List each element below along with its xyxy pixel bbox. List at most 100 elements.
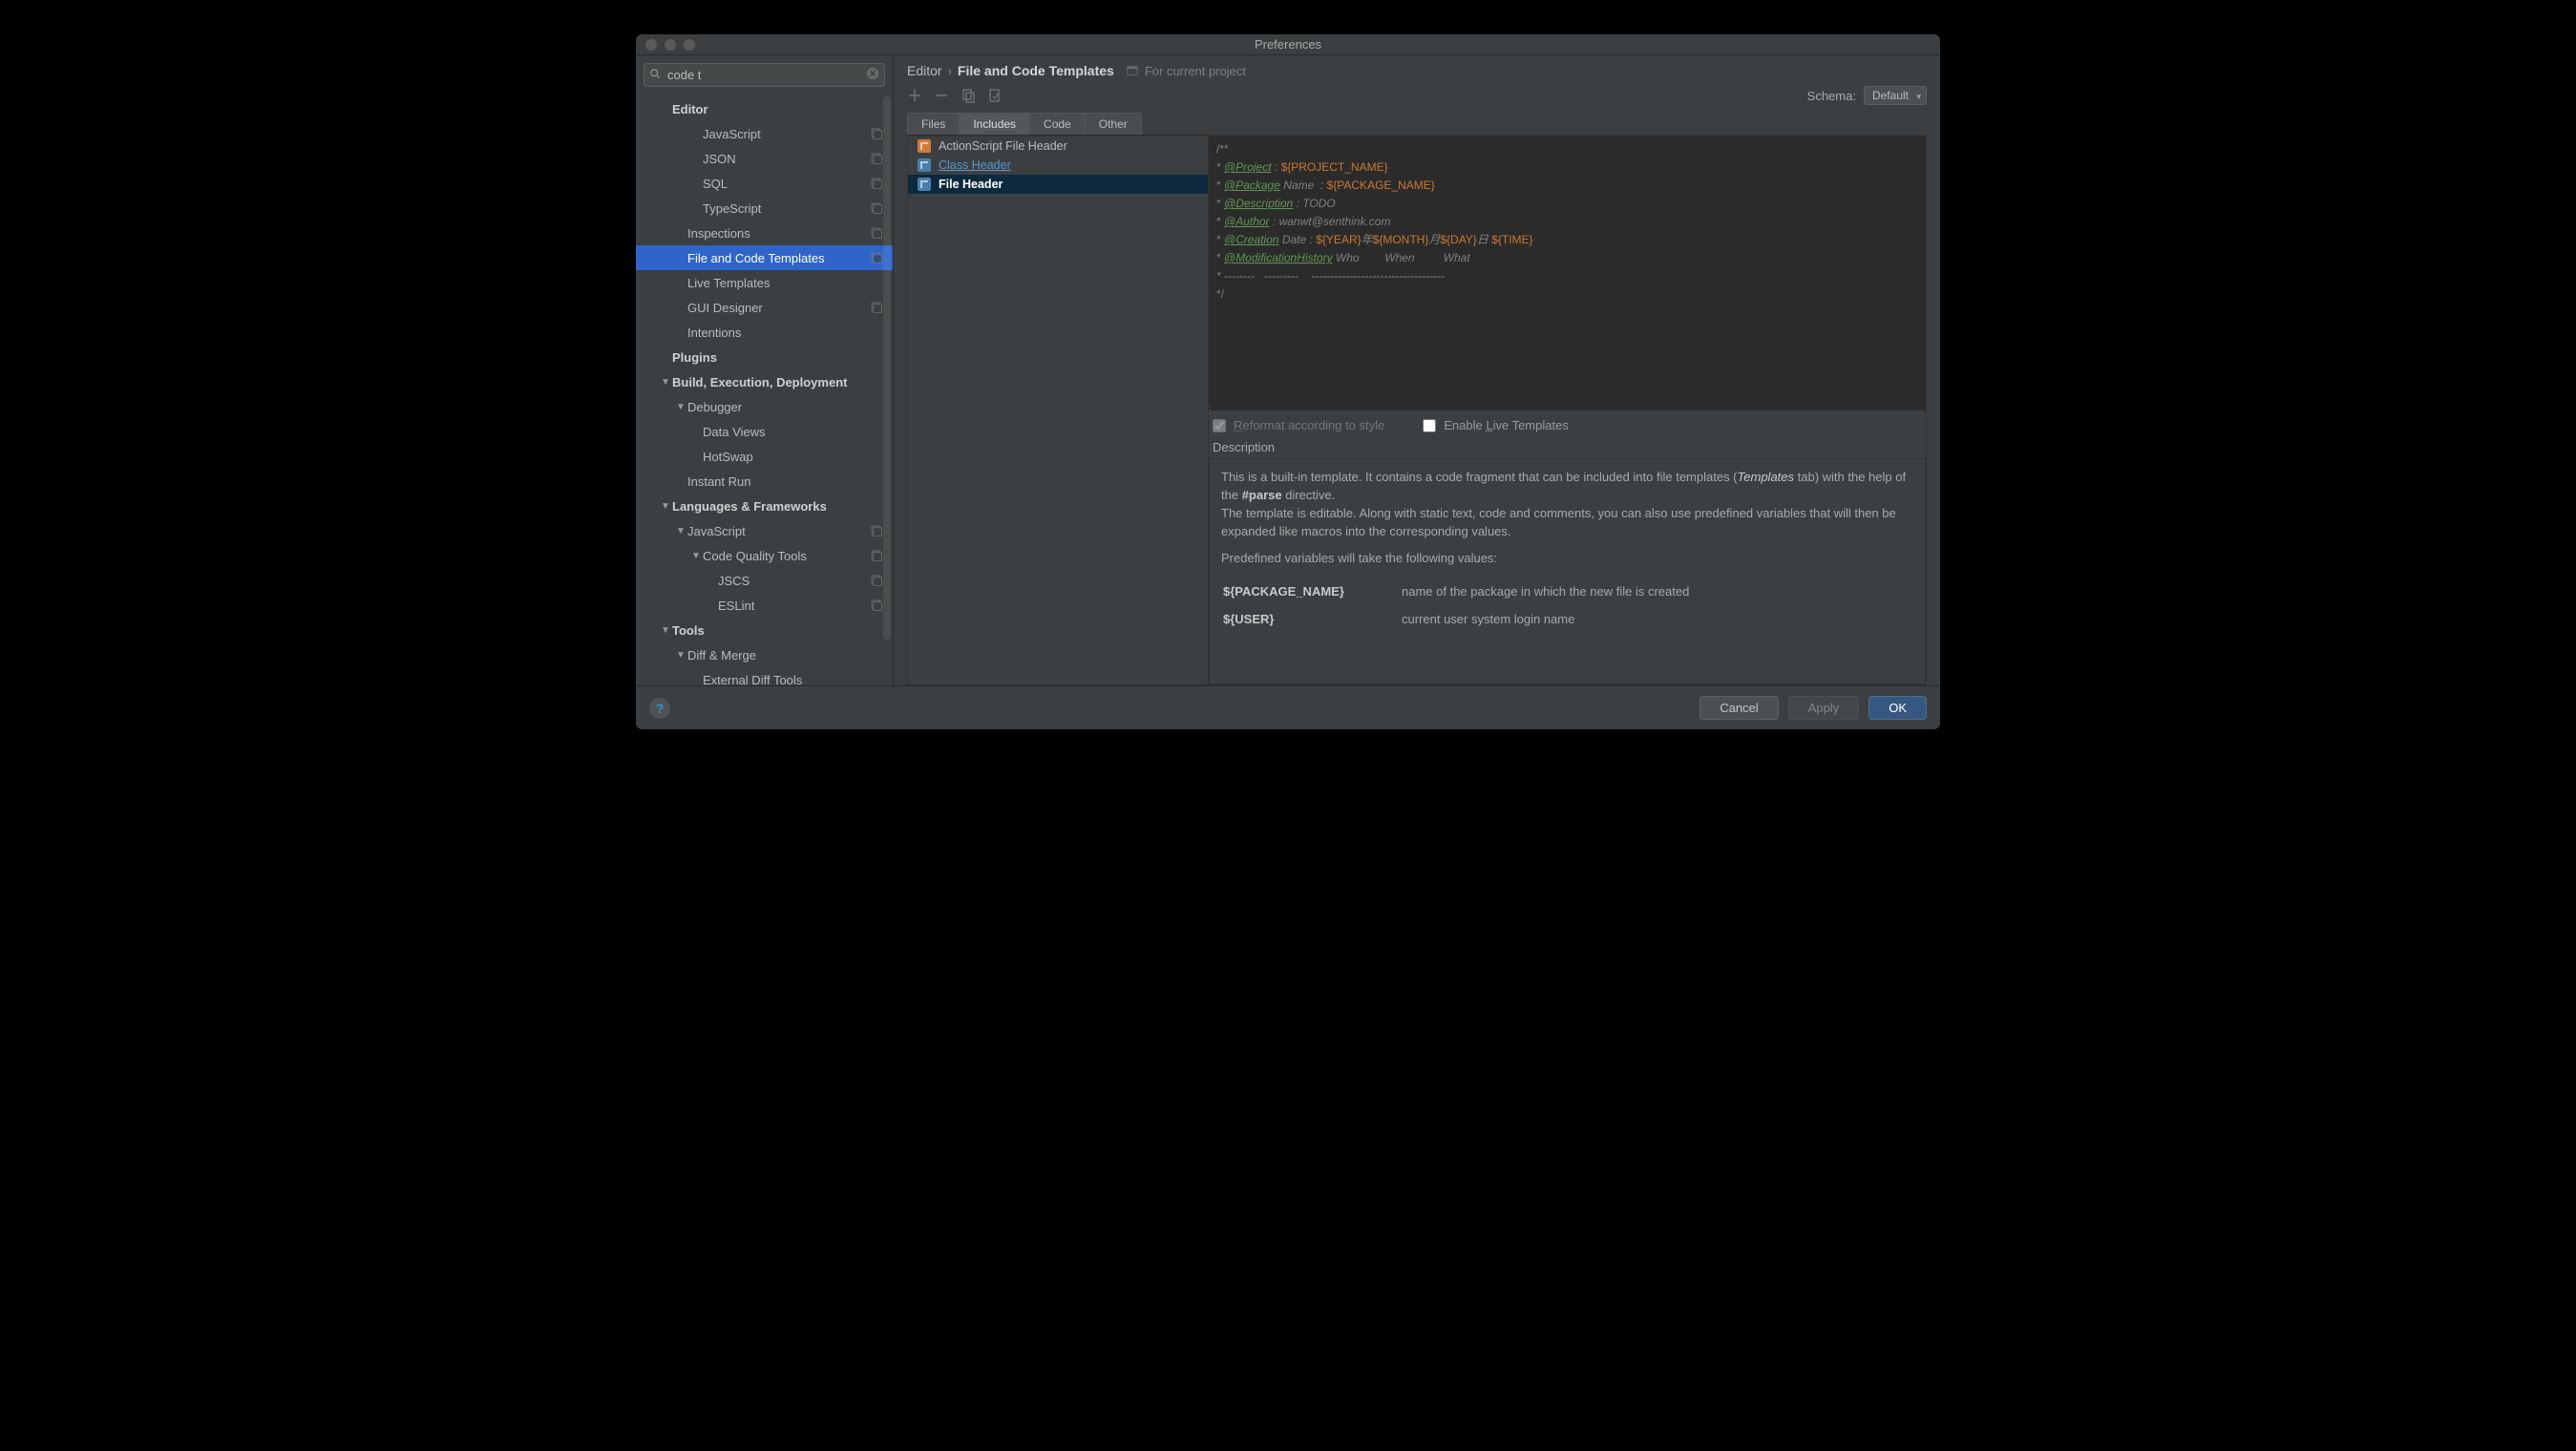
tree-arrow-icon: ▼ bbox=[674, 650, 687, 661]
tree-item-label: JSON bbox=[703, 152, 870, 166]
tree-item-label: File and Code Templates bbox=[687, 251, 870, 265]
tree-item-hotswap[interactable]: HotSwap bbox=[636, 444, 893, 469]
tree-arrow-icon: ▼ bbox=[674, 526, 687, 536]
tree-arrow-icon: ▼ bbox=[659, 501, 672, 512]
description-box: This is a built-in template. It contains… bbox=[1209, 458, 1926, 684]
search-box bbox=[644, 63, 885, 87]
tree-item-json[interactable]: JSON bbox=[636, 146, 893, 171]
template-toolbar: Schema: Default ▾ bbox=[894, 86, 1940, 113]
search-input[interactable] bbox=[644, 63, 885, 87]
project-scope-icon bbox=[870, 152, 883, 165]
tree-item-build-execution-deployment[interactable]: ▼Build, Execution, Deployment bbox=[636, 369, 893, 394]
tree-item-typescript[interactable]: TypeScript bbox=[636, 196, 893, 221]
variable-desc: name of the package in which the new fil… bbox=[1402, 579, 1911, 605]
tree-item-label: Build, Execution, Deployment bbox=[672, 375, 883, 389]
help-button[interactable]: ? bbox=[649, 698, 670, 719]
reformat-label: Reformat according to style bbox=[1234, 418, 1384, 432]
file-icon bbox=[918, 158, 931, 172]
template-code-editor[interactable]: /** * @Project : ${PROJECT_NAME} * @Pack… bbox=[1209, 137, 1926, 410]
project-scope-icon bbox=[870, 574, 883, 587]
apply-button[interactable]: Apply bbox=[1788, 696, 1860, 720]
description-p1: This is a built-in template. It contains… bbox=[1221, 469, 1913, 505]
tree-item-javascript[interactable]: JavaScript bbox=[636, 121, 893, 146]
tree-item-jscs[interactable]: JSCS bbox=[636, 568, 893, 593]
tree-item-label: GUI Designer bbox=[687, 301, 870, 315]
breadcrumb-current: File and Code Templates bbox=[958, 63, 1114, 78]
tree-arrow-icon: ▼ bbox=[689, 551, 703, 561]
tree-item-inspections[interactable]: Inspections bbox=[636, 221, 893, 245]
tree-item-external-diff-tools[interactable]: External Diff Tools bbox=[636, 667, 893, 685]
ok-button[interactable]: OK bbox=[1869, 696, 1927, 720]
enable-live-label: Enable Live Templates bbox=[1444, 418, 1569, 432]
project-scope-icon bbox=[870, 251, 883, 264]
tree-item-instant-run[interactable]: Instant Run bbox=[636, 469, 893, 494]
settings-main: Editor › File and Code Templates For cur… bbox=[894, 55, 1940, 685]
tree-arrow-icon: ▼ bbox=[659, 377, 672, 388]
tab-other[interactable]: Other bbox=[1085, 113, 1142, 135]
scrollbar[interactable] bbox=[883, 96, 891, 640]
template-options: Reformat according to style Enable Live … bbox=[1209, 410, 1926, 440]
tree-item-live-templates[interactable]: Live Templates bbox=[636, 270, 893, 295]
settings-tree: EditorJavaScript JSON SQLTypeScriptInspect… bbox=[636, 95, 893, 685]
project-scope-icon bbox=[870, 201, 883, 215]
preferences-window: Preferences EditorJavaScriptJSONSQLTypeS… bbox=[636, 34, 1940, 729]
breadcrumb-parent[interactable]: Editor bbox=[907, 63, 942, 78]
file-icon bbox=[918, 178, 931, 191]
schema-value: Default bbox=[1872, 89, 1909, 102]
tree-item-javascript[interactable]: ▼JavaScript bbox=[636, 518, 893, 543]
tree-item-plugins[interactable]: Plugins bbox=[636, 345, 893, 369]
tab-files[interactable]: Files bbox=[907, 113, 960, 135]
reformat-checkbox[interactable] bbox=[1213, 419, 1226, 432]
project-scope-icon bbox=[870, 599, 883, 612]
tree-item-label: ESLint bbox=[718, 599, 870, 613]
tab-includes[interactable]: Includes bbox=[959, 113, 1030, 135]
schema-dropdown[interactable]: Default ▾ bbox=[1864, 86, 1927, 105]
cancel-button[interactable]: Cancel bbox=[1700, 696, 1778, 720]
revert-icon[interactable] bbox=[987, 88, 1003, 103]
enable-live-checkbox-row[interactable]: Enable Live Templates bbox=[1423, 418, 1569, 432]
tree-item-languages-frameworks[interactable]: ▼Languages & Frameworks bbox=[636, 494, 893, 518]
template-label: File Header bbox=[939, 178, 1003, 191]
tree-item-gui-designer[interactable]: GUI Designer bbox=[636, 295, 893, 320]
tree-item-editor[interactable]: Editor bbox=[636, 96, 893, 121]
tree-item-code-quality-tools[interactable]: ▼Code Quality Tools bbox=[636, 543, 893, 568]
breadcrumb: Editor › File and Code Templates For cur… bbox=[894, 55, 1940, 86]
resize-handle-icon[interactable]: ⋮ bbox=[1205, 406, 1214, 416]
content: EditorJavaScriptJSONSQLTypeScriptInspect… bbox=[636, 55, 1940, 685]
reformat-checkbox-row[interactable]: Reformat according to style bbox=[1213, 418, 1384, 432]
scope-label: For current project bbox=[1145, 64, 1246, 78]
description-p2: The template is editable. Along with sta… bbox=[1221, 505, 1913, 541]
tree-item-eslint[interactable]: ESLint bbox=[636, 593, 893, 618]
tree-item-label: External Diff Tools bbox=[703, 673, 883, 686]
template-file-header[interactable]: File Header bbox=[908, 175, 1208, 194]
tree-item-label: Diff & Merge bbox=[687, 648, 883, 662]
tree-item-debugger[interactable]: ▼Debugger bbox=[636, 394, 893, 419]
variable-desc: current user system login name bbox=[1402, 607, 1911, 633]
tree-item-label: JSCS bbox=[718, 574, 870, 588]
variable-row: ${USER}current user system login name bbox=[1223, 607, 1911, 633]
tree-item-file-and-code-templates[interactable]: File and Code Templates bbox=[636, 245, 893, 270]
project-scope-icon bbox=[870, 524, 883, 537]
tree-item-sql[interactable]: SQL bbox=[636, 171, 893, 196]
tree-item-diff-merge[interactable]: ▼Diff & Merge bbox=[636, 642, 893, 667]
tree-item-data-views[interactable]: Data Views bbox=[636, 419, 893, 444]
scope-icon bbox=[1126, 64, 1139, 77]
clear-search-icon[interactable] bbox=[866, 67, 879, 83]
settings-sidebar: EditorJavaScript JSON SQLTypeScriptInspect… bbox=[636, 55, 894, 685]
tab-code[interactable]: Code bbox=[1029, 113, 1086, 135]
remove-icon[interactable] bbox=[934, 88, 949, 103]
copy-icon[interactable] bbox=[961, 88, 976, 103]
add-icon[interactable] bbox=[907, 88, 922, 103]
tree-item-label: Code Quality Tools bbox=[703, 549, 870, 563]
project-scope-icon bbox=[870, 301, 883, 314]
footer: ? Cancel Apply OK bbox=[636, 685, 1940, 729]
project-scope-icon bbox=[870, 127, 883, 140]
tree-item-label: Instant Run bbox=[687, 474, 883, 489]
template-class-header[interactable]: Class Header bbox=[908, 156, 1208, 175]
template-label: Class Header bbox=[939, 158, 1011, 172]
template-actionscript-file-header[interactable]: ActionScript File Header bbox=[908, 137, 1208, 156]
tree-item-tools[interactable]: ▼Tools bbox=[636, 618, 893, 642]
tree-item-intentions[interactable]: Intentions bbox=[636, 320, 893, 345]
tree-item-label: Debugger bbox=[687, 400, 883, 414]
enable-live-checkbox[interactable] bbox=[1423, 419, 1436, 432]
